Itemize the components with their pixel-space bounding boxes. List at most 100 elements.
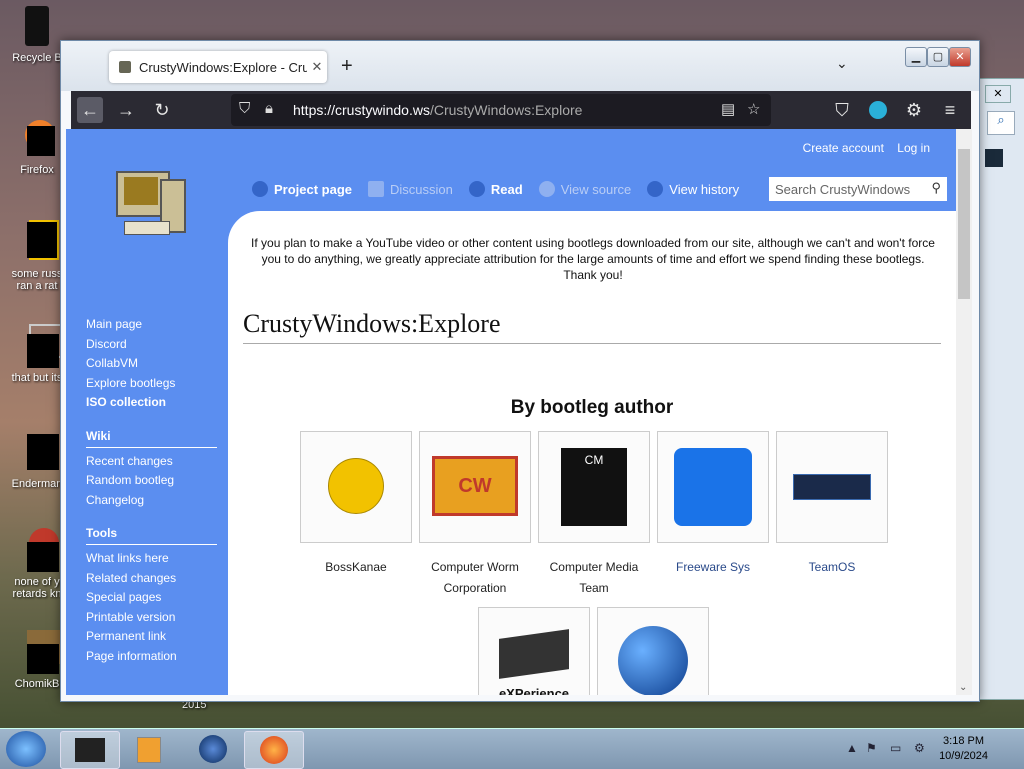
tab-view-source[interactable]: View source (538, 181, 631, 197)
author-name[interactable]: Computer Worm Corporation (419, 557, 531, 599)
address-bar[interactable]: ⛉ 🔒︎ https://crustywindo.ws/CrustyWindow… (231, 94, 771, 126)
tab-close-icon[interactable]: ✕ (307, 59, 327, 75)
history-icon (647, 181, 664, 197)
author-card-computer-media[interactable]: CM Computer Media Team (538, 431, 650, 599)
author-card-computer-worm[interactable]: CW Computer Worm Corporation (419, 431, 531, 599)
list-all-tabs-button[interactable]: ⌄ (836, 55, 848, 72)
sidebar-item-explore-bootlegs[interactable]: Explore bootlegs (86, 376, 226, 396)
author-card-globe[interactable] (597, 607, 709, 695)
lock-icon[interactable]: 🔒︎ (265, 100, 273, 117)
firefox-icon (15, 116, 59, 160)
author-art-text: CM (561, 448, 627, 526)
taskbar: ▲ ⚑ ▭ ⚙ 3:18 PM 10/9/2024 (0, 728, 1024, 769)
background-window-close-icon[interactable]: ✕ (985, 85, 1011, 103)
author-name[interactable]: Freeware Sys (657, 557, 769, 578)
background-search-icon[interactable]: ⌕ (987, 111, 1015, 135)
monitor-icon[interactable]: ▭ (890, 741, 901, 755)
back-button[interactable]: ← (77, 97, 103, 123)
tab-project-page[interactable]: Project page (252, 181, 352, 197)
author-card-experience[interactable]: eXPerience (478, 607, 590, 695)
tray-icon-1[interactable]: ⚑ (866, 741, 877, 755)
computer-media-image[interactable]: CM (538, 431, 650, 543)
read-icon (468, 181, 485, 197)
taskbar-item-firefox[interactable] (244, 731, 304, 769)
bookmark-star-icon[interactable]: ☆ (747, 100, 760, 118)
search-icon[interactable]: ⚲ (931, 180, 941, 196)
bosskanae-image[interactable] (300, 431, 412, 543)
url-text: https://crustywindo.ws/CrustyWindows:Exp… (293, 102, 583, 118)
extensions-icon[interactable]: ⚙ (901, 97, 927, 123)
start-button[interactable] (6, 731, 46, 767)
page-title: CrustyWindows:Explore (243, 309, 501, 338)
author-name[interactable]: TeamOS (776, 557, 888, 578)
freeware-sys-image[interactable] (657, 431, 769, 543)
sidebar-item-related-changes[interactable]: Related changes (86, 571, 226, 591)
site-favicon-icon (119, 61, 131, 73)
file-icon (15, 220, 59, 264)
author-card-freeware-sys[interactable]: Freeware Sys (657, 431, 769, 578)
personal-tools: Create account Log in (793, 141, 930, 155)
system-clock[interactable]: 3:18 PM 10/9/2024 (939, 734, 988, 764)
title-bar: CrustyWindows:Explore - Crust ✕ + ⌄ ▁ ▢ … (61, 41, 979, 91)
sidebar-item-page-information[interactable]: Page information (86, 649, 226, 669)
globe-image[interactable] (597, 607, 709, 695)
sidebar-item-collabvm[interactable]: CollabVM (86, 356, 226, 376)
clock-time: 3:18 PM (943, 735, 985, 747)
network-icon[interactable]: ⚙ (914, 741, 925, 755)
sidebar-item-discord[interactable]: Discord (86, 337, 226, 357)
sidebar-heading-wiki: Wiki (86, 429, 217, 448)
media-player-icon (137, 737, 161, 763)
maximize-button[interactable]: ▢ (927, 47, 949, 67)
account-icon[interactable] (865, 97, 891, 123)
forward-button[interactable]: → (113, 97, 139, 123)
sidebar-item-main-page[interactable]: Main page (86, 317, 226, 337)
background-window[interactable]: ✕ ⌕ (976, 78, 1024, 700)
tab-crustywindows-explore[interactable]: CrustyWindows:Explore - Crust ✕ (109, 51, 327, 83)
new-tab-button[interactable]: + (341, 55, 353, 78)
reader-view-icon[interactable]: ▤ (721, 100, 735, 118)
author-name[interactable]: Computer Media Team (538, 557, 650, 599)
clock-date: 10/9/2024 (939, 750, 988, 762)
scroll-down-icon[interactable]: ⌄ (959, 682, 967, 693)
tab-discussion[interactable]: Discussion (368, 181, 453, 197)
taskbar-item-globe[interactable] (184, 731, 242, 767)
teamos-image[interactable] (776, 431, 888, 543)
computer-worm-image[interactable]: CW (419, 431, 531, 543)
author-card-bosskanae[interactable]: BossKanae (300, 431, 412, 578)
attribution-notice: If you plan to make a YouTube video or o… (251, 236, 935, 282)
shield-icon[interactable]: ⛉ (239, 100, 250, 117)
page-scrollbar[interactable]: ⌄ (956, 129, 972, 695)
show-hidden-icons[interactable]: ▲ (846, 741, 858, 755)
sidebar-item-iso-collection[interactable]: ISO collection (86, 395, 226, 415)
sidebar-item-what-links-here[interactable]: What links here (86, 551, 226, 571)
crustywindows-logo[interactable] (106, 165, 186, 251)
sidebar-item-recent-changes[interactable]: Recent changes (86, 454, 226, 474)
taskbar-item-explorer[interactable] (60, 731, 120, 769)
menu-icon[interactable]: ≡ (937, 97, 963, 123)
scrollbar-thumb[interactable] (958, 149, 970, 299)
section-heading: By bootleg author (510, 397, 674, 418)
close-window-button[interactable]: ✕ (949, 47, 971, 67)
tab-view-history[interactable]: View history (647, 181, 739, 197)
sidebar-item-special-pages[interactable]: Special pages (86, 590, 226, 610)
site-search-input[interactable]: Search CrustyWindows ⚲ (769, 177, 947, 201)
sidebar-item-random-bootleg[interactable]: Random bootleg (86, 473, 226, 493)
sidebar: Main page Discord CollabVM Explore bootl… (86, 317, 226, 668)
reload-button[interactable]: ↻ (149, 97, 175, 123)
firefox-icon (260, 736, 288, 764)
title-divider (243, 343, 941, 344)
minimize-button[interactable]: ▁ (905, 47, 927, 67)
sidebar-item-changelog[interactable]: Changelog (86, 493, 226, 513)
enderman-icon (15, 430, 59, 474)
tab-read[interactable]: Read (468, 181, 523, 197)
taskbar-item-media-player[interactable] (120, 731, 178, 767)
experience-image[interactable]: eXPerience (478, 607, 590, 695)
navigation-toolbar: ← → ↻ ⛉ 🔒︎ https://crustywindo.ws/Crusty… (71, 91, 971, 129)
log-in-link[interactable]: Log in (897, 141, 930, 155)
sidebar-item-printable-version[interactable]: Printable version (86, 610, 226, 630)
create-account-link[interactable]: Create account (803, 141, 884, 155)
author-name[interactable]: BossKanae (300, 557, 412, 578)
sidebar-item-permanent-link[interactable]: Permanent link (86, 629, 226, 649)
pocket-icon[interactable]: ⛉ (829, 97, 855, 123)
author-card-teamos[interactable]: TeamOS (776, 431, 888, 578)
